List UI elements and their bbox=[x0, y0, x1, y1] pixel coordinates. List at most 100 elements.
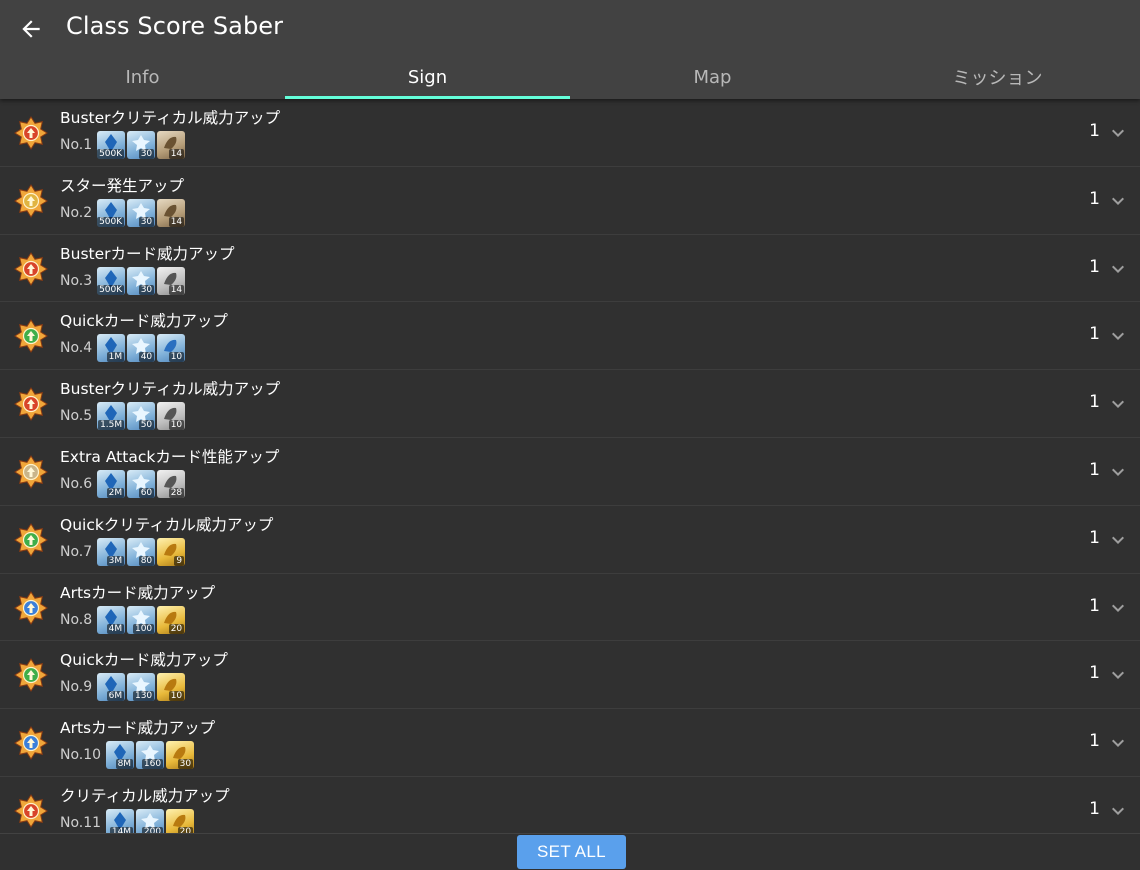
material-item: 50 bbox=[127, 402, 156, 431]
chevron-down-icon[interactable] bbox=[1106, 460, 1130, 484]
material-item: 30 bbox=[127, 266, 156, 295]
tab-info[interactable]: Info bbox=[0, 58, 285, 99]
title-row: Class Score Saber bbox=[0, 0, 1140, 58]
chevron-down-icon[interactable] bbox=[1106, 257, 1130, 281]
chevron-down-icon[interactable] bbox=[1106, 799, 1130, 823]
material-count: 40 bbox=[138, 352, 155, 363]
material-item: 130 bbox=[127, 673, 156, 702]
node-title: Busterクリティカル威力アップ bbox=[60, 380, 281, 399]
tab-mission[interactable]: ミッション bbox=[855, 58, 1140, 99]
sign-node-row[interactable]: Artsカード威力アップ No.8 4M 100 20 1 bbox=[0, 574, 1140, 642]
material-count: 60 bbox=[138, 487, 155, 498]
material-count: 20 bbox=[168, 623, 185, 634]
material-item: 28 bbox=[157, 469, 186, 498]
node-title: Quickクリティカル威力アップ bbox=[60, 515, 274, 534]
sign-node-row[interactable]: Busterクリティカル威力アップ No.5 1.5M 50 10 1 bbox=[0, 370, 1140, 438]
material-item: 80 bbox=[127, 537, 156, 566]
node-number: No.3 bbox=[60, 272, 93, 289]
material-count: 30 bbox=[138, 284, 155, 295]
sign-node-list: Busterクリティカル威力アップ No.1 500K 30 14 1 スター発生アップ No… bbox=[0, 99, 1140, 833]
node-title: Quickカード威力アップ bbox=[60, 651, 228, 670]
node-requirements: No.11 14M 200 20 bbox=[60, 808, 196, 833]
material-item: 2M bbox=[97, 469, 126, 498]
arts-card-icon bbox=[14, 726, 48, 761]
node-level: 1 bbox=[1089, 595, 1100, 616]
material-count: 500K bbox=[97, 149, 125, 159]
material-count: 8M bbox=[115, 759, 134, 770]
node-number: No.5 bbox=[60, 408, 93, 425]
chevron-down-icon[interactable] bbox=[1106, 663, 1130, 687]
sign-node-row[interactable]: スター発生アップ No.2 500K 30 14 1 bbox=[0, 167, 1140, 235]
arts-card-icon bbox=[14, 590, 48, 625]
node-requirements: No.6 2M 60 28 bbox=[60, 469, 187, 498]
node-title: スター発生アップ bbox=[60, 176, 185, 195]
critical-icon bbox=[14, 794, 48, 828]
app-root: Class Score Saber Info Sign Map ミッション Buste… bbox=[0, 0, 1140, 870]
material-count: 30 bbox=[138, 216, 155, 227]
buster-card-icon bbox=[14, 251, 48, 286]
tab-map[interactable]: Map bbox=[570, 58, 855, 99]
chevron-down-icon[interactable] bbox=[1106, 596, 1130, 620]
node-title: Artsカード威力アップ bbox=[60, 583, 216, 602]
material-count: 1.5M bbox=[98, 420, 125, 431]
node-number: No.8 bbox=[60, 611, 93, 628]
node-title: Extra Attackカード性能アップ bbox=[60, 447, 280, 466]
star-gen-icon bbox=[14, 183, 48, 218]
material-item: 60 bbox=[127, 469, 156, 498]
material-item: 4M bbox=[97, 605, 126, 634]
material-item: 200 bbox=[136, 808, 165, 833]
material-count: 160 bbox=[141, 759, 164, 770]
chevron-down-icon[interactable] bbox=[1106, 731, 1130, 755]
chevron-down-icon[interactable] bbox=[1106, 121, 1130, 145]
sign-node-row[interactable]: クリティカル威力アップ No.11 14M 200 20 1 bbox=[0, 777, 1140, 833]
node-level: 1 bbox=[1089, 121, 1100, 141]
sign-node-row[interactable]: Busterクリティカル威力アップ No.1 500K 30 14 1 bbox=[0, 99, 1140, 167]
material-item: 100 bbox=[127, 605, 156, 634]
chevron-down-icon[interactable] bbox=[1106, 324, 1130, 348]
sign-node-row[interactable]: Quickクリティカル威力アップ No.7 3M 80 9 1 bbox=[0, 506, 1140, 574]
node-level: 1 bbox=[1089, 798, 1100, 819]
material-item: 14M bbox=[106, 808, 135, 833]
node-requirements: No.4 1M 40 10 bbox=[60, 334, 187, 363]
chevron-down-icon[interactable] bbox=[1106, 528, 1130, 552]
material-count: 6M bbox=[106, 691, 125, 702]
material-item: 3M bbox=[97, 537, 126, 566]
material-count: 14 bbox=[168, 149, 185, 159]
material-count: 9 bbox=[174, 555, 185, 566]
node-number: No.9 bbox=[60, 679, 93, 696]
arrow-left-icon bbox=[22, 20, 40, 38]
buster-critical-icon bbox=[14, 387, 48, 422]
sign-node-row[interactable]: Artsカード威力アップ No.10 8M 160 30 1 bbox=[0, 709, 1140, 777]
node-number: No.7 bbox=[60, 543, 93, 560]
tab-bar: Info Sign Map ミッション bbox=[0, 58, 1140, 99]
node-title: Artsカード威力アップ bbox=[60, 719, 216, 738]
material-item: 500K bbox=[97, 198, 126, 227]
material-item: 14 bbox=[157, 198, 186, 227]
node-level: 1 bbox=[1089, 324, 1100, 345]
material-item: 1M bbox=[97, 334, 126, 363]
material-count: 10 bbox=[168, 691, 185, 702]
chevron-down-icon[interactable] bbox=[1106, 189, 1130, 213]
page-title: Class Score Saber bbox=[66, 12, 284, 40]
node-requirements: No.7 3M 80 9 bbox=[60, 537, 187, 566]
node-requirements: No.5 1.5M 50 10 bbox=[60, 402, 187, 431]
material-count: 500K bbox=[97, 284, 125, 295]
sign-node-row[interactable]: Quickカード威力アップ No.4 1M 40 10 1 bbox=[0, 302, 1140, 371]
sign-node-row[interactable]: Busterカード威力アップ No.3 500K 30 14 1 bbox=[0, 235, 1140, 303]
quick-card-icon bbox=[14, 319, 48, 354]
back-button[interactable] bbox=[16, 14, 46, 44]
sign-node-row[interactable]: Quickカード威力アップ No.9 6M 130 10 1 bbox=[0, 641, 1140, 710]
tab-sign[interactable]: Sign bbox=[285, 58, 570, 99]
material-item: 9 bbox=[157, 537, 186, 566]
quick-critical-icon bbox=[14, 522, 48, 557]
sign-node-row[interactable]: Extra Attackカード性能アップ No.6 2M 60 28 1 bbox=[0, 438, 1140, 506]
material-count: 14 bbox=[168, 216, 185, 227]
set-all-button[interactable]: SET ALL bbox=[517, 835, 626, 869]
material-item: 1.5M bbox=[97, 402, 126, 431]
node-requirements: No.3 500K 30 14 bbox=[60, 266, 187, 295]
material-item: 14 bbox=[157, 131, 186, 159]
chevron-down-icon[interactable] bbox=[1106, 392, 1130, 416]
material-item: 10 bbox=[157, 334, 186, 363]
extra-attack-icon bbox=[14, 455, 48, 489]
material-count: 2M bbox=[106, 487, 125, 498]
